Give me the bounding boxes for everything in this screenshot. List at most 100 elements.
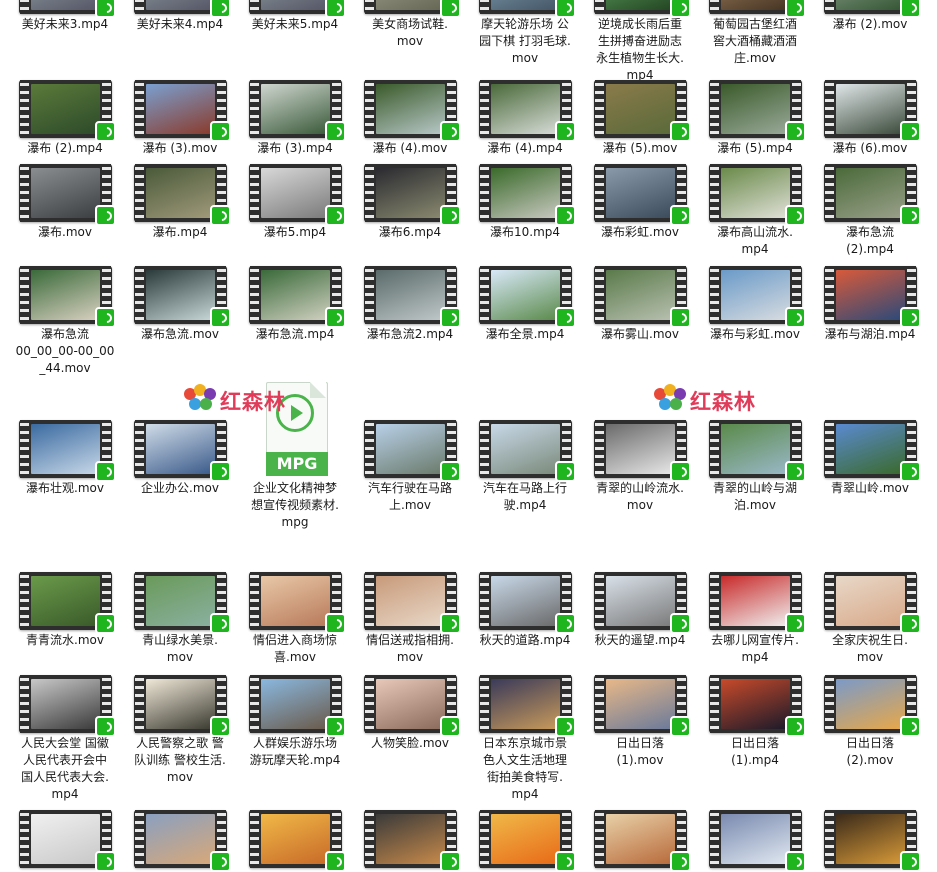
file-item[interactable]: 瀑布.mov	[9, 164, 121, 241]
file-item[interactable]: 瀑布急流 (2).mp4	[814, 164, 926, 258]
file-item[interactable]: 瀑布与彩虹.mov	[699, 266, 811, 343]
film-strip-edge	[709, 266, 719, 324]
file-item[interactable]: 瀑布壮观.mov	[9, 420, 121, 497]
file-item[interactable]: 美女商场试鞋. mov	[354, 0, 466, 50]
file-name: 瀑布 (2).mov	[832, 17, 908, 31]
file-item[interactable]: 瀑布 (3).mov	[124, 80, 236, 157]
video-thumbnail	[248, 164, 346, 226]
file-item[interactable]: 日出日落 (1).mp4	[699, 675, 811, 769]
file-item[interactable]	[124, 810, 236, 872]
video-thumbnail	[248, 0, 346, 18]
file-item[interactable]	[239, 810, 351, 872]
video-thumbnail	[18, 572, 116, 634]
file-item[interactable]: 青翠山岭.mov	[814, 420, 926, 497]
file-item[interactable]: 瀑布 (2).mov	[814, 0, 926, 33]
file-item[interactable]: 逆境成长雨后重 生拼搏奋进励志 永生植物生长大. mp4	[584, 0, 696, 84]
video-thumbnail	[478, 266, 576, 328]
film-strip-edge	[709, 572, 719, 630]
file-item[interactable]: 瀑布 (5).mov	[584, 80, 696, 157]
video-frame-preview	[605, 168, 675, 218]
file-item[interactable]: 美好未来4.mp4	[124, 0, 236, 33]
file-item[interactable]: 瀑布高山流水. mp4	[699, 164, 811, 258]
watermark-text: 红森林	[220, 390, 286, 414]
media-player-badge-icon	[899, 716, 921, 737]
video-frame-preview	[375, 270, 445, 320]
file-item[interactable]: 企业办公.mov	[124, 420, 236, 497]
film-strip-edge	[19, 266, 29, 324]
file-item[interactable]: 去哪儿网宣传片. mp4	[699, 572, 811, 666]
file-item[interactable]: 青山绿水美景. mov	[124, 572, 236, 666]
file-item[interactable]: 日出日落 (2).mov	[814, 675, 926, 769]
file-item[interactable]: 瀑布急流 00_00_00-00_00 _44.mov	[9, 266, 121, 377]
file-item[interactable]: 人群娱乐游乐场 游玩摩天轮.mp4	[239, 675, 351, 769]
film-strip-edge	[249, 80, 259, 138]
file-name: 美好未来3.mp4	[21, 17, 109, 31]
file-item[interactable]: 青翠的山岭与湖 泊.mov	[699, 420, 811, 514]
video-frame-preview	[145, 424, 215, 474]
file-name: 青山绿水美景. mov	[142, 633, 218, 664]
video-thumbnail	[708, 80, 806, 142]
file-item[interactable]: 瀑布 (2).mp4	[9, 80, 121, 157]
file-item[interactable]: 青青流水.mov	[9, 572, 121, 649]
media-player-badge-icon	[94, 613, 116, 634]
film-strip-edge	[134, 572, 144, 630]
file-item[interactable]: 瀑布急流.mov	[124, 266, 236, 343]
file-name: 企业文化精神梦 想宣传视频素材. mpg	[251, 481, 339, 529]
file-item[interactable]: 汽车在马路上行 驶.mp4	[469, 420, 581, 514]
file-item[interactable]: 瀑布急流.mp4	[239, 266, 351, 343]
video-thumbnail	[248, 810, 346, 872]
video-thumbnail	[593, 80, 691, 142]
file-item[interactable]: 瀑布 (6).mov	[814, 80, 926, 157]
file-item[interactable]: 瀑布6.mp4	[354, 164, 466, 241]
film-strip-edge	[364, 420, 374, 478]
file-item[interactable]: 秋天的道路.mp4	[469, 572, 581, 649]
file-item[interactable]: 瀑布 (4).mov	[354, 80, 466, 157]
file-item[interactable]	[699, 810, 811, 872]
file-item[interactable]: 摩天轮游乐场 公 园下棋 打羽毛球. mov	[469, 0, 581, 67]
file-item[interactable]: 瀑布急流2.mp4	[354, 266, 466, 343]
file-item[interactable]: 情侣进入商场惊 喜.mov	[239, 572, 351, 666]
video-thumbnail	[478, 675, 576, 737]
file-item[interactable]: 瀑布 (5).mp4	[699, 80, 811, 157]
file-item[interactable]: 全家庆祝生日. mov	[814, 572, 926, 666]
film-strip-edge	[709, 80, 719, 138]
file-item[interactable]: 瀑布全景.mp4	[469, 266, 581, 343]
file-item[interactable]: 人物笑脸.mov	[354, 675, 466, 752]
file-item[interactable]: 日出日落 (1).mov	[584, 675, 696, 769]
video-frame-preview	[30, 270, 100, 320]
video-frame-preview	[375, 0, 445, 10]
video-frame-preview	[145, 84, 215, 134]
file-item[interactable]: 美好未来3.mp4	[9, 0, 121, 33]
file-item[interactable]: 情侣送戒指相拥. mov	[354, 572, 466, 666]
file-item[interactable]: 瀑布5.mp4	[239, 164, 351, 241]
file-item[interactable]	[354, 810, 466, 872]
file-item[interactable]: 瀑布10.mp4	[469, 164, 581, 241]
file-item[interactable]: 青翠的山岭流水. mov	[584, 420, 696, 514]
file-item[interactable]	[9, 810, 121, 872]
file-name: 日本东京城市景 色人文生活地理 街拍美食特写. mp4	[482, 736, 567, 801]
media-player-badge-icon	[784, 851, 806, 872]
file-item[interactable]	[469, 810, 581, 872]
file-item[interactable]: 美好未来5.mp4	[239, 0, 351, 33]
file-item[interactable]: 人民警察之歌 警 队训练 警校生活. mov	[124, 675, 236, 786]
file-item[interactable]: 日本东京城市景 色人文生活地理 街拍美食特写. mp4	[469, 675, 581, 803]
file-item[interactable]	[814, 810, 926, 872]
file-item[interactable]: 葡萄园古堡红酒 窖大酒桶藏酒酒 庄.mov	[699, 0, 811, 67]
file-item[interactable]: 瀑布彩虹.mov	[584, 164, 696, 241]
film-strip-edge	[709, 675, 719, 733]
file-item[interactable]: 人民大会堂 国徽 人民代表开会中 国人民代表大会. mp4	[9, 675, 121, 803]
file-item[interactable]: 瀑布雾山.mov	[584, 266, 696, 343]
file-item[interactable]: 汽车行驶在马路 上.mov	[354, 420, 466, 514]
media-player-badge-icon	[784, 205, 806, 226]
media-player-badge-icon	[209, 851, 231, 872]
video-frame-preview	[720, 576, 790, 626]
file-item[interactable]: 瀑布与湖泊.mp4	[814, 266, 926, 343]
file-item[interactable]: 瀑布 (3).mp4	[239, 80, 351, 157]
file-item[interactable]: 瀑布 (4).mp4	[469, 80, 581, 157]
file-item[interactable]: MPG 企业文化精神梦 想宣传视频素材. mpg	[239, 382, 351, 531]
video-frame-preview	[30, 84, 100, 134]
video-thumbnail	[593, 0, 691, 18]
file-item[interactable]	[584, 810, 696, 872]
file-item[interactable]: 瀑布.mp4	[124, 164, 236, 241]
file-item[interactable]: 秋天的遥望.mp4	[584, 572, 696, 649]
